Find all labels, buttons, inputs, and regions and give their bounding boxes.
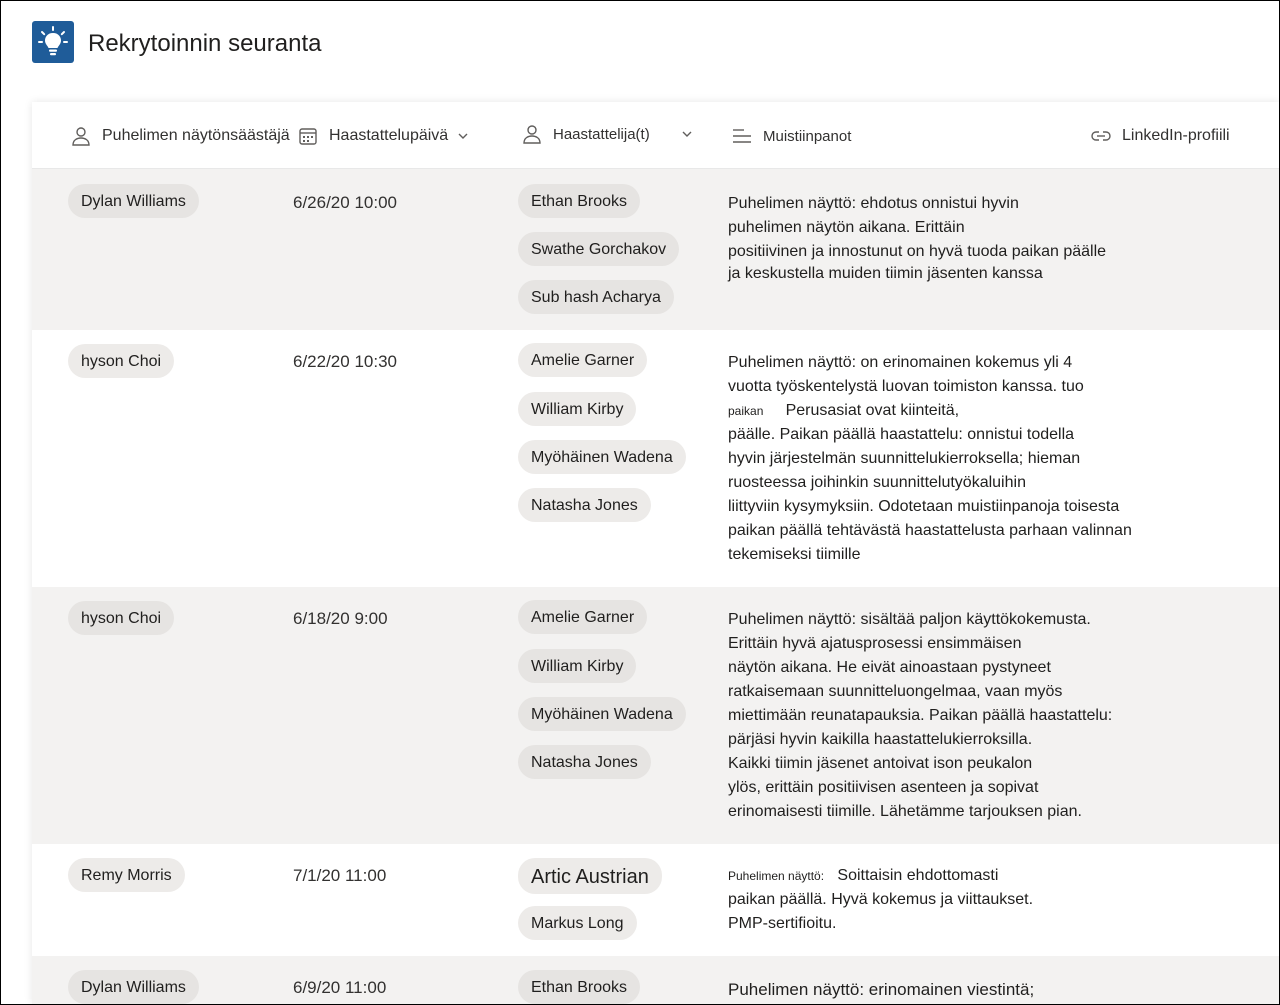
column-header-label: Puhelimen näytönsäästäjä xyxy=(102,127,290,144)
candidate-pill[interactable]: Remy Morris xyxy=(68,858,185,892)
notes-line: tekemiseksi tiimille xyxy=(728,546,861,563)
chevron-down-icon[interactable] xyxy=(456,129,470,143)
notes-line: positiivinen ja innostunut on hyvä tuoda… xyxy=(728,243,1107,260)
notes-line: Puhelimen näyttö: Soittaisin ehdottomast… xyxy=(728,864,1158,888)
app-title: Rekrytoinnin seuranta xyxy=(88,30,322,57)
interview-date: 6/26/20 10:00 xyxy=(293,193,397,212)
app-header: Rekrytoinnin seuranta xyxy=(1,1,1279,93)
interviewer-pill[interactable]: William Kirby xyxy=(518,649,637,683)
notes-cell: Puhelimen näyttö: ehdotus onnistui hyvin… xyxy=(728,192,1158,286)
lightbulb-icon xyxy=(32,21,74,63)
notes-line: vuotta työskentelystä luovan toimiston k… xyxy=(728,378,1084,395)
notes-line: puhelimen näytön aikana. Erittäin xyxy=(728,219,965,236)
notes-line: näytön aikana. He eivät ainoastaan pysty… xyxy=(728,659,1051,676)
notes-line: Puhelimen näyttö: ehdotus onnistui hyvin xyxy=(728,195,1019,212)
chevron-down-icon[interactable] xyxy=(680,127,694,141)
candidate-pill[interactable]: hyson Choi xyxy=(68,344,175,378)
notes-line: päälle. Paikan päällä haastattelu: onnis… xyxy=(728,426,1075,443)
column-header-label: Haastattelupäivä xyxy=(329,127,449,144)
candidate-pill[interactable]: hyson Choi xyxy=(68,601,175,635)
notes-line: ylös, erittäin positiivisen asenteen ja … xyxy=(728,779,1039,796)
data-grid: Puhelimen näytönsäästäjä Haastattelupäiv… xyxy=(32,102,1279,1004)
candidate-pill[interactable]: Dylan Williams xyxy=(68,970,199,1004)
notes-line: paikan Perusasiat ovat kiinteitä, xyxy=(728,399,1158,423)
notes-line: pärjäsi hyvin kaikilla haastattelukierro… xyxy=(728,731,1033,748)
notes-line: ruosteessa joihinkin suunnittelutyökalui… xyxy=(728,474,1026,491)
app-window: Rekrytoinnin seuranta Puhelimen näytönsä… xyxy=(0,0,1280,1005)
notes-line: ratkaisemaan suunnitteluongelmaa, vaan m… xyxy=(728,683,1063,700)
interview-date: 6/9/20 11:00 xyxy=(293,978,387,997)
column-header-label: Haastattelija(t) xyxy=(553,125,650,143)
notes-small-prefix: paikan xyxy=(728,404,764,418)
link-icon xyxy=(1090,125,1112,147)
table-row[interactable]: hyson Choi 6/18/20 9:00 Amelie Garner Wi… xyxy=(32,587,1279,844)
notes-line: paikan päällä tehtävästä haastattelusta … xyxy=(728,522,1132,539)
calendar-icon xyxy=(297,125,319,147)
interviewer-pill[interactable]: Ethan Brooks xyxy=(518,970,641,1004)
interview-date: 6/18/20 9:00 xyxy=(293,609,388,628)
notes-line: Erittäin hyvä ajatusprosessi ensimmäisen xyxy=(728,635,1022,652)
notes-line: liittyviin kysymyksiin. Odotetaan muisti… xyxy=(728,498,1120,515)
notes-line-text: Soittaisin ehdottomasti xyxy=(837,867,999,884)
table-row[interactable]: Remy Morris 7/1/20 11:00 Artic Austrian … xyxy=(32,844,1279,956)
notes-cell: Puhelimen näyttö: Soittaisin ehdottomast… xyxy=(728,864,1158,936)
interviewer-pill[interactable]: Markus Long xyxy=(518,906,637,940)
notes-line: Puhelimen näyttö: sisältää paljon käyttö… xyxy=(728,611,1091,628)
notes-cell: Puhelimen näyttö: sisältää paljon käyttö… xyxy=(728,608,1158,824)
interviewer-pill[interactable]: Natasha Jones xyxy=(518,488,651,522)
notes-line: Kaikki tiimin jäsenet antoivat ison peuk… xyxy=(728,755,1033,772)
interviewer-pill[interactable]: Amelie Garner xyxy=(518,343,648,377)
notes-line: hyvin järjestelmän suunnittelukierroksel… xyxy=(728,450,1081,467)
person-icon xyxy=(521,123,543,145)
column-header-candidate[interactable]: Puhelimen näytönsäästäjä xyxy=(70,124,290,148)
notes-line: erinomaisesti tiimille. Lähetämme tarjou… xyxy=(728,803,1082,820)
column-header-row: Puhelimen näytönsäästäjä Haastattelupäiv… xyxy=(32,102,1279,169)
interviewer-pill[interactable]: Swathe Gorchakov xyxy=(518,232,680,266)
interviewer-pill[interactable]: Myöhäinen Wadena xyxy=(518,440,686,474)
interviewer-pill[interactable]: Myöhäinen Wadena xyxy=(518,697,686,731)
table-row[interactable]: Dylan Williams 6/26/20 10:00 Ethan Brook… xyxy=(32,169,1279,330)
notes-line-text: Perusasiat ovat kiinteitä, xyxy=(785,402,960,419)
notes-line: Puhelimen näyttö: erinomainen viestintä; xyxy=(728,980,1035,999)
notes-line: Puhelimen näyttö: on erinomainen kokemus… xyxy=(728,354,1073,371)
notes-line: paikan päällä. Hyvä kokemus ja viittauks… xyxy=(728,891,1034,908)
column-header-interview-date[interactable]: Haastattelupäivä xyxy=(297,124,470,148)
table-row[interactable]: hyson Choi 6/22/20 10:30 Amelie Garner W… xyxy=(32,330,1279,587)
interviewer-pill[interactable]: Ethan Brooks xyxy=(518,184,641,218)
table-row[interactable]: Dylan Williams 6/9/20 11:00 Ethan Brooks… xyxy=(32,956,1279,1004)
notes-small-prefix: Puhelimen näyttö: xyxy=(728,869,825,883)
notes-cell: Puhelimen näyttö: on erinomainen kokemus… xyxy=(728,351,1158,567)
column-header-interviewers[interactable]: Haastattelija(t) xyxy=(521,122,694,146)
interviewer-pill[interactable]: Amelie Garner xyxy=(518,600,648,634)
interviewer-pill[interactable]: Sub hash Acharya xyxy=(518,280,674,314)
notes-line: ja keskustella muiden tiimin jäsenten ka… xyxy=(728,265,1043,282)
interview-date: 7/1/20 11:00 xyxy=(293,866,387,885)
column-header-label: LinkedIn-profiili xyxy=(1122,127,1230,144)
notes-cell: Puhelimen näyttö: erinomainen viestintä; xyxy=(728,978,1158,1002)
interviewer-pill[interactable]: William Kirby xyxy=(518,392,637,426)
column-header-notes[interactable]: Muistiinpanot xyxy=(731,124,851,148)
text-lines-icon xyxy=(731,125,753,147)
person-icon xyxy=(70,125,92,147)
column-header-label: Muistiinpanot xyxy=(763,127,852,145)
column-header-linkedin[interactable]: LinkedIn-profiili xyxy=(1090,124,1230,148)
candidate-pill[interactable]: Dylan Williams xyxy=(68,184,199,218)
interviewer-pill[interactable]: Artic Austrian xyxy=(518,858,662,894)
interview-date: 6/22/20 10:30 xyxy=(293,352,397,371)
notes-line: miettimään reunatapauksia. Paikan päällä… xyxy=(728,707,1113,724)
notes-line: PMP-sertifioitu. xyxy=(728,915,837,932)
interviewer-pill[interactable]: Natasha Jones xyxy=(518,745,651,779)
